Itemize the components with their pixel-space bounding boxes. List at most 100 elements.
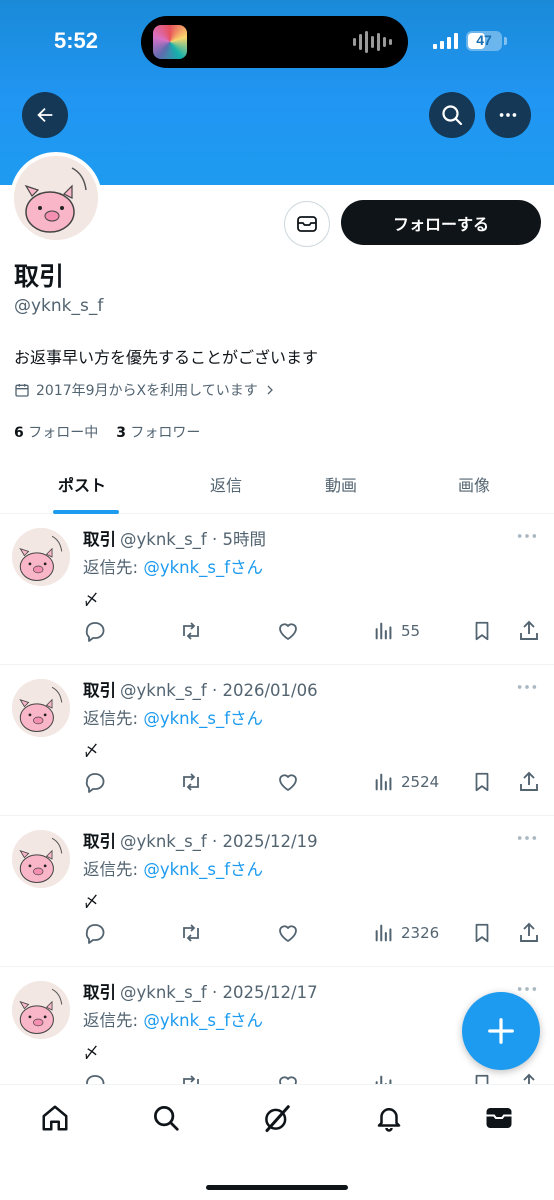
like-button[interactable]	[276, 920, 300, 946]
like-button[interactable]	[276, 769, 300, 795]
post-meta: @yknk_s_f · 5時間	[120, 530, 266, 549]
compose-button[interactable]	[462, 992, 540, 1070]
cellular-signal-icon	[433, 33, 458, 49]
tab-images[interactable]: 画像	[458, 472, 490, 496]
battery-level: 47	[476, 32, 492, 48]
post-author-name[interactable]: 取引	[83, 530, 116, 549]
post-avatar[interactable]	[12, 830, 70, 888]
tab-replies[interactable]: 返信	[210, 472, 242, 496]
tab-posts[interactable]: ポスト	[58, 472, 106, 496]
repost-button[interactable]	[178, 769, 204, 795]
post-avatar[interactable]	[12, 528, 70, 586]
post-author-name[interactable]: 取引	[83, 681, 116, 700]
tab-videos[interactable]: 動画	[325, 472, 357, 496]
views-button[interactable]: 2326	[373, 920, 439, 946]
share-icon	[520, 620, 538, 640]
repost-icon	[183, 924, 199, 942]
nav-grok[interactable]	[260, 1101, 294, 1135]
post-meta: @yknk_s_f · 2026/01/06	[120, 681, 318, 700]
pig-avatar-image	[14, 156, 98, 240]
bookmark-button[interactable]	[471, 618, 493, 644]
chevron-right-icon	[267, 385, 273, 395]
views-icon	[375, 773, 392, 791]
reply-mention-link[interactable]: @yknk_s_fさん	[143, 860, 263, 879]
views-icon	[375, 622, 392, 640]
post-reply-to: 返信先: @yknk_s_fさん	[83, 709, 264, 728]
reply-mention-link[interactable]: @yknk_s_fさん	[143, 709, 263, 728]
share-icon	[520, 771, 538, 791]
message-button[interactable]	[284, 201, 330, 247]
followers-link[interactable]: 3 フォロワー	[116, 422, 200, 442]
follow-button[interactable]: フォローする	[341, 200, 541, 245]
like-button[interactable]	[276, 618, 300, 644]
views-button[interactable]: 55	[373, 618, 420, 644]
post-item[interactable]: 取引 @yknk_s_f · 2025/12/19 返信先: @yknk_s_fさん…	[0, 816, 554, 967]
reply-button[interactable]	[83, 920, 107, 946]
post-reply-to: 返信先: @yknk_s_fさん	[83, 1011, 264, 1030]
post-more-button[interactable]	[516, 679, 538, 698]
joined-date[interactable]: 2017年9月からXを利用しています	[14, 380, 276, 400]
heart-icon	[279, 774, 297, 791]
post-header: 取引 @yknk_s_f · 2025/12/17	[83, 979, 318, 1003]
post-avatar[interactable]	[12, 679, 70, 737]
share-button[interactable]	[517, 769, 541, 795]
calendar-icon	[15, 384, 29, 397]
more-horizontal-icon	[499, 113, 517, 117]
views-button[interactable]: 2524	[373, 769, 439, 795]
post-author-name[interactable]: 取引	[83, 983, 116, 1002]
repost-button[interactable]	[178, 920, 204, 946]
nav-messages[interactable]	[482, 1101, 516, 1135]
post-meta: @yknk_s_f · 2025/12/19	[120, 832, 318, 851]
post-more-button[interactable]	[516, 830, 538, 849]
profile-avatar[interactable]	[10, 152, 102, 244]
post-header: 取引 @yknk_s_f · 2026/01/06	[83, 677, 318, 701]
share-button[interactable]	[517, 920, 541, 946]
reply-button[interactable]	[83, 618, 107, 644]
more-button[interactable]	[485, 92, 531, 138]
reply-button[interactable]	[83, 769, 107, 795]
bookmark-button[interactable]	[471, 769, 493, 795]
post-text: 〆	[83, 1043, 100, 1062]
search-button[interactable]	[429, 92, 475, 138]
post-item[interactable]: 取引 @yknk_s_f · 5時間 返信先: @yknk_s_fさん〆 55	[0, 514, 554, 665]
home-indicator	[206, 1185, 348, 1190]
profile-bio: お返事早い方を優先することがございます	[14, 348, 319, 367]
post-actions: 55	[0, 618, 554, 646]
post-actions: 2326	[0, 920, 554, 948]
search-icon	[154, 1106, 179, 1131]
post-actions: 2524	[0, 769, 554, 797]
envelope-icon	[297, 216, 317, 232]
post-reply-to: 返信先: @yknk_s_fさん	[83, 860, 264, 879]
post-reply-to: 返信先: @yknk_s_fさん	[83, 558, 264, 577]
pig-avatar-image	[12, 528, 70, 586]
reply-mention-link[interactable]: @yknk_s_fさん	[143, 1011, 263, 1030]
post-text: 〆	[83, 892, 100, 911]
post-author-name[interactable]: 取引	[83, 832, 116, 851]
following-link[interactable]: 6 フォロー中	[14, 422, 98, 442]
back-button[interactable]	[22, 92, 68, 138]
repost-button[interactable]	[178, 618, 204, 644]
views-icon	[375, 924, 392, 942]
bookmark-button[interactable]	[471, 920, 493, 946]
follow-stats: 6 フォロー中 3 フォロワー	[14, 422, 200, 442]
nav-search[interactable]	[149, 1101, 183, 1135]
post-item[interactable]: 取引 @yknk_s_f · 2026/01/06 返信先: @yknk_s_fさん…	[0, 665, 554, 816]
post-more-button[interactable]	[516, 528, 538, 547]
dynamic-island[interactable]	[141, 16, 408, 68]
post-text: 〆	[83, 741, 100, 760]
heart-icon	[279, 925, 297, 942]
nav-notifications[interactable]	[372, 1101, 406, 1135]
joined-text: 2017年9月からXを利用しています	[36, 383, 258, 399]
envelope-filled-icon	[486, 1108, 512, 1128]
reply-mention-link[interactable]: @yknk_s_fさん	[143, 558, 263, 577]
post-avatar[interactable]	[12, 981, 70, 1039]
reply-icon	[85, 773, 105, 793]
profile-handle: @yknk_s_f	[14, 296, 104, 316]
more-horizontal-icon	[517, 987, 537, 991]
arrow-left-icon	[37, 107, 53, 123]
home-icon	[42, 1105, 68, 1131]
nav-home[interactable]	[38, 1101, 72, 1135]
bookmark-icon	[475, 621, 489, 641]
bottom-nav	[0, 1084, 554, 1200]
share-button[interactable]	[517, 618, 541, 644]
